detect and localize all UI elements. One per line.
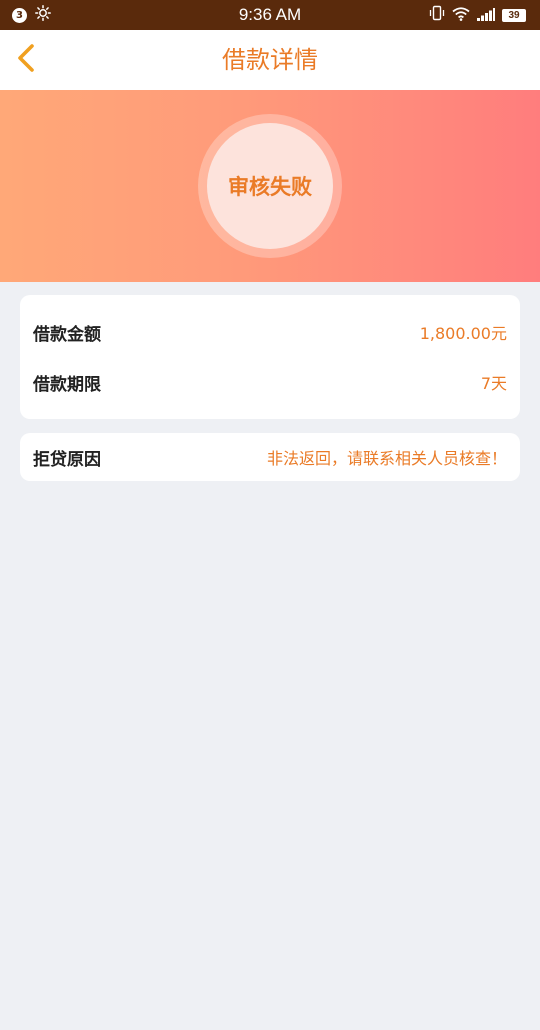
loan-term-label: 借款期限	[33, 374, 101, 395]
status-bar-right: 39	[429, 0, 526, 30]
loan-amount-label: 借款金额	[33, 324, 101, 345]
loan-term-row: 借款期限 7天	[33, 362, 507, 402]
loan-amount-row: 借款金额 1,800.00元	[33, 312, 507, 352]
wifi-icon	[452, 6, 470, 25]
loan-info-card: 借款金额 1,800.00元 借款期限 7天	[20, 295, 520, 419]
rejection-reason-value: 非法返回，请联系相关人员核查！	[266, 449, 507, 468]
vibrate-icon	[429, 5, 445, 25]
status-bar: 3 9:36 AM 39	[0, 0, 540, 30]
status-ring: 审核失败	[198, 114, 342, 258]
review-status-text: 审核失败	[228, 175, 312, 199]
loan-amount-value: 1,800.00元	[419, 324, 507, 343]
status-banner: 审核失败	[0, 90, 540, 282]
signal-icon	[477, 6, 495, 25]
page-title: 借款详情	[222, 46, 318, 74]
rejection-reason-label: 拒贷原因	[33, 449, 101, 470]
rejection-reason-card: 拒贷原因 非法返回，请联系相关人员核查！	[20, 433, 520, 481]
battery-icon: 39	[502, 8, 526, 22]
loan-term-value: 7天	[480, 374, 507, 393]
status-circle: 审核失败	[207, 123, 333, 249]
nav-bar: 借款详情	[0, 30, 540, 90]
rejection-reason-row: 拒贷原因 非法返回，请联系相关人员核查！	[33, 437, 507, 477]
